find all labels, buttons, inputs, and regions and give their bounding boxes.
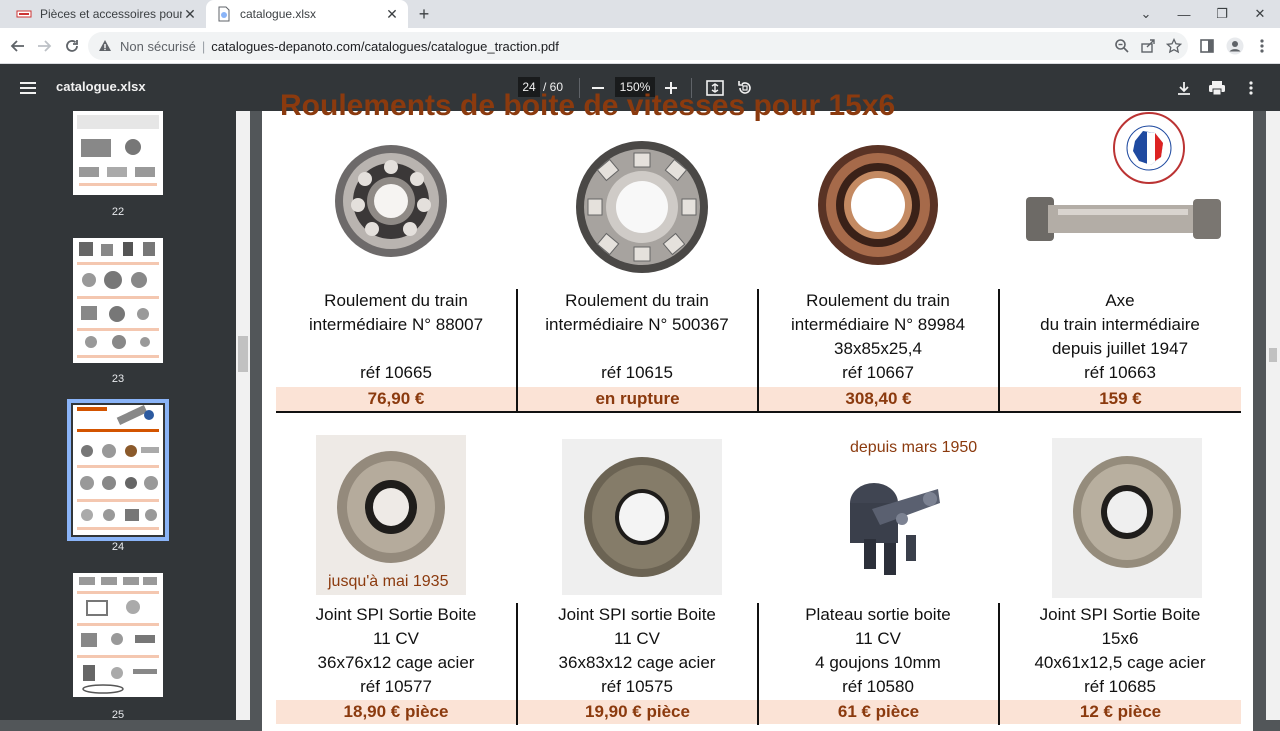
intermediate-shaft-image — [1026, 197, 1221, 241]
ball-bearing-image — [335, 145, 447, 257]
hamburger-menu-icon[interactable] — [18, 78, 38, 98]
tab-title: Pièces et accessoires pour Citroën — [40, 7, 182, 21]
thumbnail-page-number: 24 — [111, 541, 125, 553]
page-scroll-thumb[interactable] — [1269, 348, 1277, 362]
product-description: Joint SPI Sortie Boite 15x6 40x61x12,5 cag… — [1034, 605, 1206, 696]
product-photo — [1052, 438, 1202, 598]
grid-divider — [998, 289, 1000, 411]
oil-seal-image — [584, 457, 700, 577]
close-tab-icon[interactable]: ✕ — [384, 6, 400, 22]
thumbnail-page-number: 22 — [111, 206, 125, 218]
page-thumbnail[interactable] — [73, 111, 163, 195]
price-label: 61 € pièce — [759, 700, 998, 724]
more-options-kebab-icon[interactable] — [1240, 77, 1262, 99]
bookmark-star-icon[interactable] — [1164, 36, 1184, 56]
side-panel-icon[interactable] — [1197, 36, 1217, 56]
output-plate-image — [850, 483, 940, 575]
profile-avatar-icon[interactable] — [1225, 36, 1245, 56]
product-description: Plateau sortie boite 11 CV 4 goujons 10mm r… — [805, 605, 951, 696]
close-tab-icon[interactable]: ✕ — [182, 6, 198, 22]
thumbnail-sidebar: 22 23 24 25 — [0, 111, 236, 720]
pdf-filename: catalogue.xlsx — [56, 79, 146, 94]
pdf-document-icon — [218, 6, 230, 22]
sidebar-scroll-thumb[interactable] — [238, 336, 248, 372]
price-label: en rupture — [518, 387, 757, 411]
tab-citroen-parts[interactable]: Pièces et accessoires pour Citroën ✕ — [8, 0, 206, 28]
sidebar-scrollbar[interactable] — [236, 111, 250, 720]
availability-note: depuis mars 1950 — [850, 439, 978, 456]
url-text[interactable]: catalogues-depanoto.com/catalogues/catal… — [211, 39, 559, 54]
grid-divider — [516, 289, 518, 411]
security-label: Non sécurisé — [120, 38, 196, 54]
bronze-bearing-image — [818, 145, 938, 265]
product-description: Roulement du train intermédiaire N° 89984… — [790, 291, 966, 382]
tab-search-chevron-icon[interactable]: ⌄ — [1128, 0, 1164, 28]
close-window-button[interactable]: ✕ — [1242, 0, 1278, 28]
product-description: Joint SPI sortie Boite 11 CV 36x83x12 cage… — [558, 605, 716, 696]
product-photo — [316, 435, 466, 595]
price-label: 12 € pièce — [1000, 700, 1241, 724]
thumbnail-page-number: 25 — [111, 709, 125, 720]
pdf-page: Roulements de boite de vitesses pour 15x… — [262, 89, 1253, 731]
warning-triangle-icon[interactable] — [98, 39, 112, 53]
price-label: 76,90 € — [276, 387, 516, 411]
grid-divider — [757, 603, 759, 725]
grid-divider — [998, 603, 1000, 725]
separator: | — [201, 38, 206, 54]
oil-seal-image — [337, 451, 445, 563]
forward-arrow-icon[interactable] — [34, 36, 54, 56]
share-icon[interactable] — [1138, 36, 1158, 56]
maximize-button[interactable]: ❐ — [1204, 0, 1240, 28]
price-label: 308,40 € — [759, 387, 998, 411]
product-description: Joint SPI Sortie Boite 11 CV 36x76x12 cage… — [315, 605, 477, 696]
price-label: 19,90 € pièce — [518, 700, 757, 724]
address-bar[interactable]: Non sécurisé | catalogues-depanoto.com/c… — [88, 32, 1188, 60]
price-label: 159 € — [1000, 387, 1241, 411]
product-description: Roulement du train intermédiaire N° 88007… — [308, 291, 484, 382]
page-thumbnail[interactable] — [73, 573, 163, 697]
site-favicon-icon — [16, 10, 32, 18]
product-photo — [562, 439, 722, 595]
price-label: 18,90 € pièce — [276, 700, 516, 724]
roller-bearing-image — [576, 141, 708, 273]
browser-menu-kebab-icon[interactable] — [1252, 36, 1272, 56]
page-thumbnail-selected[interactable] — [67, 399, 169, 541]
tab-strip: Pièces et accessoires pour Citroën ✕ cat… — [0, 0, 1280, 28]
availability-note: jusqu'à mai 1935 — [328, 573, 449, 590]
new-tab-button[interactable]: + — [414, 4, 434, 24]
browser-toolbar: Non sécurisé | catalogues-depanoto.com/c… — [0, 28, 1280, 64]
page-heading: Roulements de boite de vitesses pour 15x… — [280, 89, 896, 122]
print-icon[interactable] — [1206, 77, 1228, 99]
reload-icon[interactable] — [62, 36, 82, 56]
product-description: Roulement du train intermédiaire N° 50036… — [545, 291, 729, 382]
page-thumbnail[interactable] — [73, 238, 163, 363]
back-arrow-icon[interactable] — [8, 36, 28, 56]
zoom-magnifier-icon[interactable] — [1112, 36, 1132, 56]
tab-catalogue[interactable]: catalogue.xlsx ✕ — [206, 0, 408, 28]
minimize-button[interactable]: — — [1166, 0, 1202, 28]
thumbnail-page-number: 23 — [111, 373, 125, 385]
page-scrollbar[interactable] — [1266, 111, 1280, 720]
made-in-france-badge-icon — [1113, 112, 1185, 184]
grid-divider — [516, 603, 518, 725]
tab-title: catalogue.xlsx — [240, 7, 317, 21]
download-icon[interactable] — [1173, 77, 1195, 99]
grid-divider — [276, 411, 1241, 413]
product-description: Axe du train intermédiaire depuis juillet … — [1040, 291, 1200, 382]
oil-seal-image — [1073, 456, 1181, 568]
grid-divider — [757, 289, 759, 411]
